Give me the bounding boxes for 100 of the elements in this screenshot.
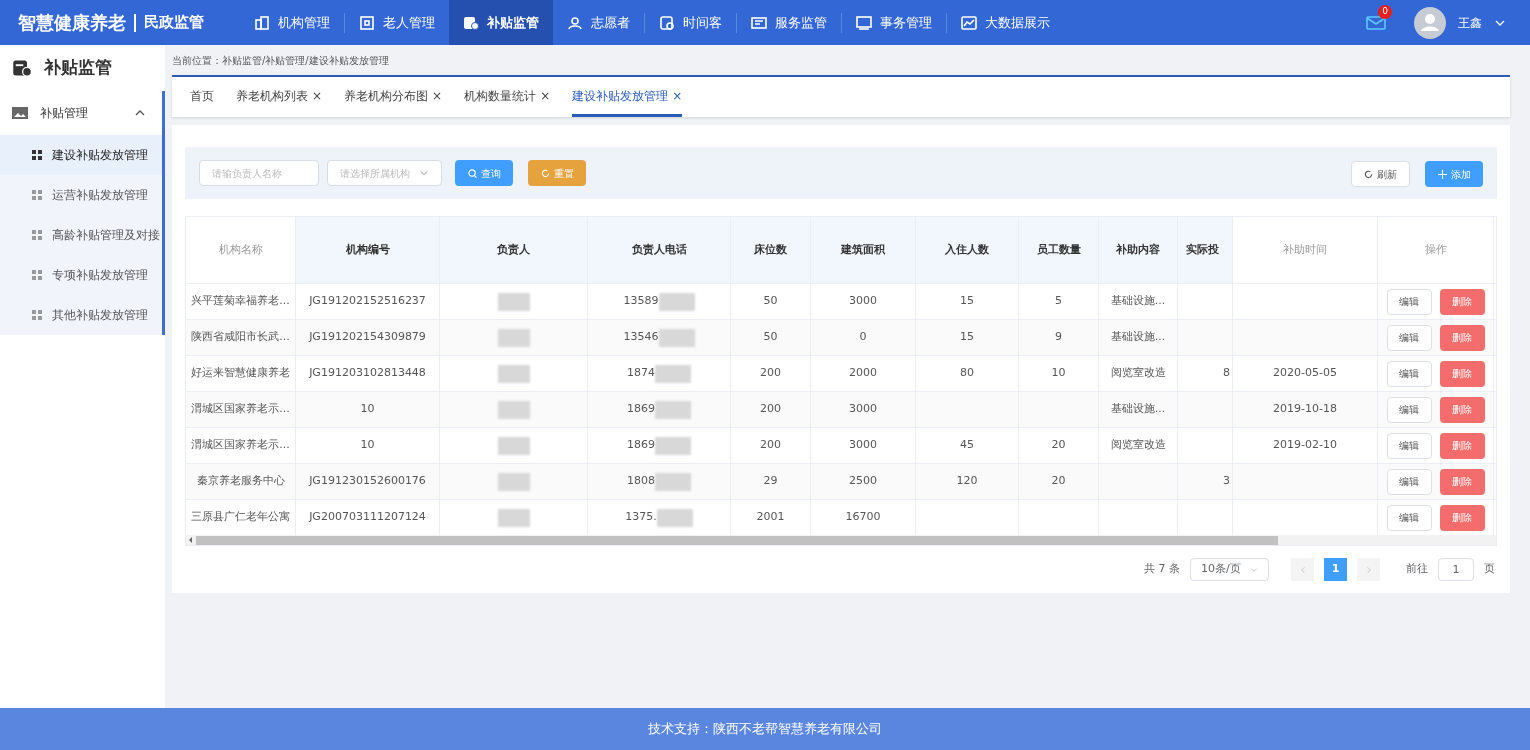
sidebar-item[interactable]: 高龄补贴管理及对接: [0, 215, 162, 255]
table-cell: 15: [960, 293, 974, 310]
sidebar-item[interactable]: 建设补贴发放管理: [0, 135, 162, 175]
table-cell: 80: [960, 365, 974, 382]
blur-patch: [655, 472, 691, 491]
refresh-button[interactable]: 刷新: [1351, 161, 1410, 187]
grid-icon: [32, 230, 42, 240]
table-cell: 1869: [627, 401, 655, 418]
column-header: 负责人: [440, 217, 588, 283]
grid-icon: [32, 190, 42, 200]
edit-button[interactable]: 编辑: [1386, 432, 1432, 459]
nav-tab[interactable]: 服务监管: [737, 0, 841, 45]
notification-badge: 0: [1378, 4, 1392, 19]
edit-button[interactable]: 编辑: [1386, 504, 1432, 531]
table-cell: 20: [1051, 437, 1066, 454]
table-cell: 2019-10-18: [1273, 401, 1337, 418]
blur-patch: [658, 328, 695, 347]
table-cell: 渭城区国家养老示...: [191, 437, 290, 454]
table-cell: 基础设施...: [1110, 401, 1166, 418]
avatar[interactable]: [1414, 6, 1446, 39]
chevron-right-icon: [1364, 565, 1373, 574]
nav-tab[interactable]: 志愿者: [553, 0, 644, 45]
blur-patch: [655, 364, 691, 383]
mail-icon[interactable]: [1366, 14, 1386, 31]
edit-button[interactable]: 编辑: [1386, 324, 1432, 351]
nav-tab[interactable]: 事务管理: [842, 0, 946, 45]
table-cell: 10: [1051, 365, 1066, 382]
building-icon: [254, 14, 270, 31]
horizontal-scrollbar[interactable]: [186, 535, 1496, 545]
table-cell: 阅览室改造: [1110, 437, 1166, 454]
grid-icon: [32, 150, 42, 160]
table-cell: 阅览室改造: [1110, 365, 1166, 382]
page-tab[interactable]: 建设补贴发放管理 ×: [572, 77, 683, 117]
sidebar-title: 补贴监管: [44, 56, 112, 80]
nav-tab[interactable]: 补贴监管: [449, 0, 553, 45]
footer-text: 技术支持：陕西不老帮智慧养老有限公司: [648, 720, 882, 739]
edit-button[interactable]: 编辑: [1386, 288, 1432, 315]
table-cell: JG191202154309879: [309, 329, 426, 346]
people-icon: [567, 14, 583, 31]
column-header: 员工数量: [1019, 217, 1099, 283]
table-cell: 50: [763, 293, 778, 310]
table-cell: JG200703111207124: [309, 509, 426, 526]
breadcrumb: 当前位置：补贴监管/补贴管理/建设补贴发放管理: [172, 53, 389, 68]
blur-patch: [497, 328, 530, 347]
table-cell: 50: [763, 329, 778, 346]
grid-icon: [32, 270, 42, 280]
blur-patch: [656, 508, 693, 527]
monitor-icon: [856, 14, 872, 31]
table-cell: 2019-02-10: [1273, 437, 1337, 454]
table-cell: 2020-05-05: [1273, 365, 1337, 382]
table-cell: 200: [760, 365, 781, 382]
page-tab[interactable]: 首页: [190, 77, 214, 117]
blur-patch: [497, 472, 530, 491]
page-input[interactable]: 1: [1438, 558, 1474, 581]
table-cell: 基础设施...: [1110, 329, 1166, 346]
sidebar-item[interactable]: 运营补贴发放管理: [0, 175, 162, 215]
sidebar-item[interactable]: 专项补贴发放管理: [0, 255, 162, 295]
table-cell: 16700: [845, 509, 881, 526]
blur-patch: [658, 292, 695, 311]
blur-patch: [497, 364, 530, 383]
page-size-select[interactable]: 10条/页: [1190, 558, 1269, 581]
blur-patch: [655, 436, 691, 455]
chevron-left-icon: [1298, 565, 1307, 574]
sidebar-item[interactable]: 其他补贴发放管理: [0, 295, 162, 335]
table-cell: 1808: [627, 473, 655, 490]
page-tab[interactable]: 养老机构列表 ×: [236, 77, 323, 117]
blur-patch: [655, 400, 691, 419]
nav-tab[interactable]: 机构管理: [240, 0, 344, 45]
column-header: 实际投: [1178, 217, 1233, 283]
table-cell: 8: [1223, 365, 1230, 382]
column-header: 补助内容: [1099, 217, 1178, 283]
table-cell: 9: [1055, 329, 1062, 346]
page-tab[interactable]: 机构数量统计 ×: [464, 77, 551, 117]
page-suffix: 页: [1484, 561, 1495, 578]
table-cell: 3000: [849, 401, 877, 418]
table-cell: 1869: [627, 437, 655, 454]
edit-button[interactable]: 编辑: [1386, 468, 1432, 495]
grid-icon: [32, 310, 42, 320]
table-cell: JG191230152600176: [309, 473, 426, 490]
nav-tab[interactable]: 老人管理: [345, 0, 449, 45]
blur-patch: [497, 400, 530, 419]
column-header: 床位数: [731, 217, 811, 283]
table-cell: 120: [956, 473, 978, 490]
nav-tab[interactable]: 时间客: [645, 0, 736, 45]
refresh-icon: [1364, 169, 1373, 179]
table-cell: 2001: [756, 509, 785, 526]
table-cell: 渭城区国家养老示...: [191, 401, 290, 418]
page-tab[interactable]: 养老机构分布图 ×: [344, 77, 443, 117]
column-header: 建筑面积: [811, 217, 916, 283]
trend-chart-icon: [961, 14, 977, 31]
table-cell: 45: [960, 437, 974, 454]
name-field[interactable]: 请输负责人名称: [199, 160, 319, 186]
table-cell: 秦京养老服务中心: [196, 473, 285, 490]
nav-tab[interactable]: 大数据展示: [947, 0, 1064, 45]
app-subtitle: 民政监管: [144, 12, 204, 34]
blur-patch: [497, 436, 530, 455]
table-cell: 13589: [623, 293, 659, 310]
edit-button[interactable]: 编辑: [1386, 396, 1432, 423]
user-name[interactable]: 王鑫: [1458, 13, 1482, 32]
edit-button[interactable]: 编辑: [1386, 360, 1432, 387]
